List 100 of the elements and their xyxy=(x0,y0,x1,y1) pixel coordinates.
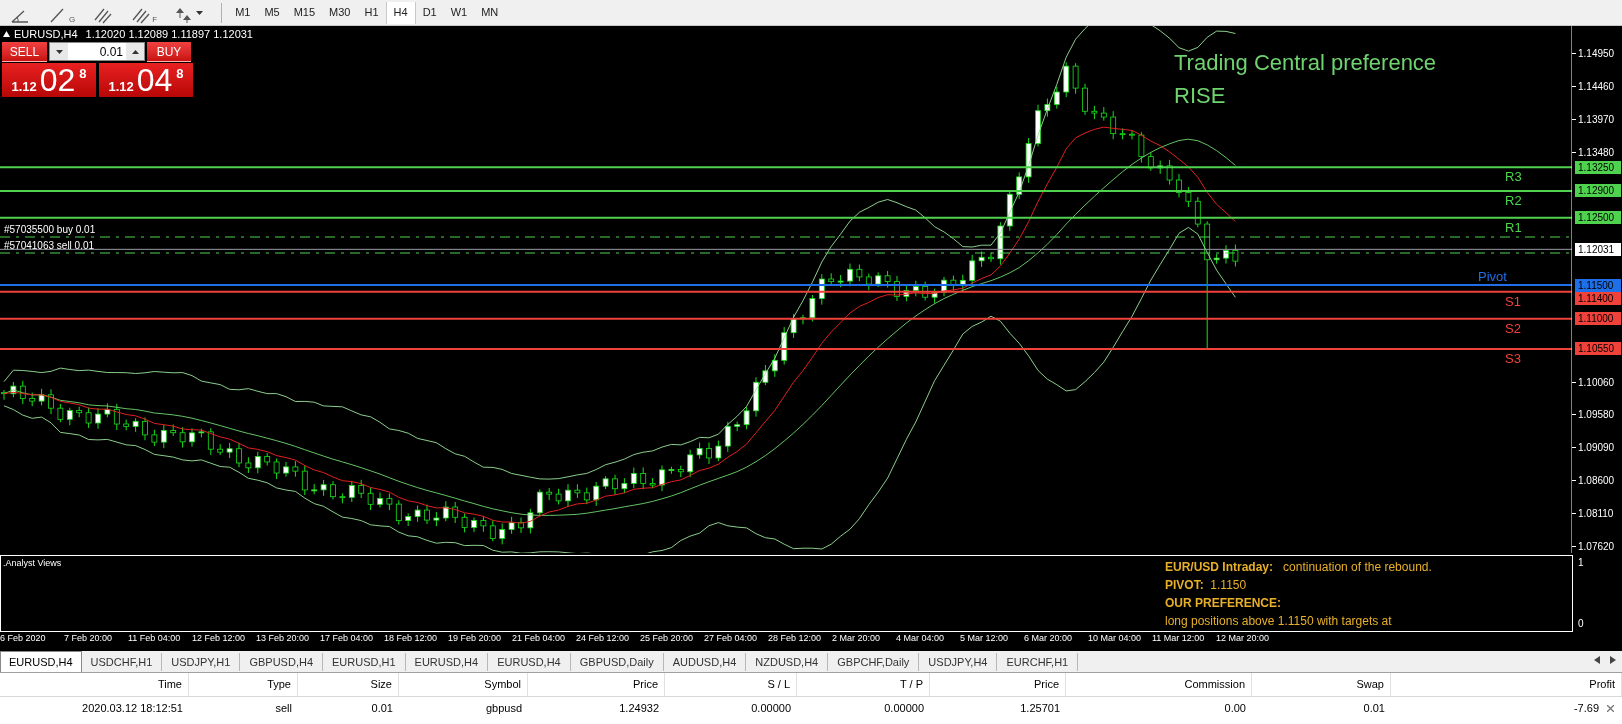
timeframe-button[interactable]: M15 xyxy=(286,1,323,24)
table-cell-text: 0.00000 xyxy=(883,701,925,716)
table-cell-text: 0.00000 xyxy=(750,701,792,716)
column-header[interactable]: S / L xyxy=(665,673,797,696)
price-axis-label: 1.07620 xyxy=(1578,541,1615,552)
timeframe-button[interactable]: MN xyxy=(474,1,506,24)
price-axis-label: 1.08600 xyxy=(1578,475,1615,487)
analyst-text: EUR/USD Intraday: continuation of the rebound. xyxy=(1165,559,1432,575)
column-header[interactable]: Symbol xyxy=(399,673,528,696)
headline-text: Trading Central preference xyxy=(1174,50,1437,76)
time-axis-label: 10 Mar 04:00 xyxy=(1088,633,1143,644)
scroll-right-icon[interactable] xyxy=(1610,656,1616,664)
timeframe-button[interactable]: H4 xyxy=(385,1,416,24)
panel-axis-label: 0 xyxy=(1578,618,1584,629)
tool-subscript: G xyxy=(69,15,76,24)
timeframe-button[interactable]: W1 xyxy=(443,1,475,24)
level-label: S1 xyxy=(1505,294,1521,309)
time-axis-label: 6 Mar 20:00 xyxy=(1024,633,1074,644)
timeframe-button[interactable]: M30 xyxy=(322,1,358,24)
timeframe-button[interactable]: D1 xyxy=(415,1,444,24)
level-label: Pivot xyxy=(1478,270,1507,285)
chart-tab[interactable]: USDCHF,H1 xyxy=(81,653,163,671)
timeframe-button[interactable]: M5 xyxy=(257,1,287,24)
table-cell-text: -7.69 xyxy=(1573,701,1599,716)
table-cell-text: 1.24932 xyxy=(618,701,660,716)
time-axis-label: 4 Mar 04:00 xyxy=(896,633,946,644)
time-axis-label: 5 Mar 12:00 xyxy=(960,633,1010,644)
table-cell-text: 0.01 xyxy=(1362,701,1386,716)
tool-button[interactable]: G xyxy=(42,1,82,24)
chart-tab[interactable]: GBPUSD,H4 xyxy=(240,653,323,671)
time-axis-label: 21 Feb 04:00 xyxy=(512,633,567,644)
price-axis-label: 1.13970 xyxy=(1578,113,1615,125)
table-cell-text: gbpusd xyxy=(484,701,523,716)
price-axis-label: 1.13480 xyxy=(1578,146,1615,158)
time-axis-label: 11 Feb 04:00 xyxy=(128,633,182,644)
ohlc-values: 1.12020 1.12089 1.11897 1.12031 xyxy=(85,28,253,40)
sell-button[interactable]: SELL xyxy=(2,42,47,62)
price-label: 1.13250 xyxy=(1575,160,1621,174)
column-header[interactable]: Type xyxy=(189,673,298,696)
price-axis-label: 1.10060 xyxy=(1578,376,1615,388)
time-axis-label: 19 Feb 20:00 xyxy=(448,633,503,644)
column-header[interactable]: Price xyxy=(930,673,1066,696)
chart-tab[interactable]: EURUSD,H4 xyxy=(405,653,489,671)
tool-button[interactable]: F xyxy=(125,1,164,24)
table-cell-text: sell xyxy=(274,701,293,716)
time-axis-label: 11 Mar 12:00 xyxy=(1152,633,1206,644)
time-axis-label: 24 Feb 12:00 xyxy=(576,633,631,644)
chart-tab[interactable]: EURUSD,H1 xyxy=(323,653,406,671)
timeframe-button[interactable]: H1 xyxy=(357,1,386,24)
price-axis-label: 1.09090 xyxy=(1578,442,1615,454)
chart-tab[interactable]: NZDUSD,H4 xyxy=(746,653,829,671)
order-label: #57041063 sell 0.01 xyxy=(4,240,95,251)
price-axis-label: 1.14460 xyxy=(1578,80,1615,92)
analyst-text: OUR PREFERENCE: xyxy=(1165,595,1281,611)
price-axis-label: 1.08110 xyxy=(1578,508,1614,520)
column-header[interactable]: Time xyxy=(0,673,189,696)
chart-tab[interactable]: AUDUSD,H4 xyxy=(663,653,747,671)
time-axis-label: 6 Feb 2020 xyxy=(0,633,47,644)
analyst-text: PIVOT: 1.1150 xyxy=(1165,577,1247,593)
table-cell-text: 2020.03.12 18:12:51 xyxy=(81,701,184,716)
chart-tab[interactable]: USDJPY,H1 xyxy=(162,653,241,671)
chart-tab[interactable]: GBPUSD,Daily xyxy=(570,653,664,671)
timeframe-button[interactable]: M1 xyxy=(228,1,258,24)
column-header[interactable]: Price xyxy=(528,673,665,696)
tool-subscript: F xyxy=(152,15,158,24)
chart-tab[interactable]: EURUSD,H4 xyxy=(488,653,571,671)
scroll-left-icon[interactable] xyxy=(1594,656,1600,664)
price-label: 1.12500 xyxy=(1575,211,1621,225)
column-header[interactable]: Profit xyxy=(1391,673,1622,696)
column-header[interactable]: Swap xyxy=(1252,673,1391,696)
panel-title: .Analyst Views xyxy=(3,558,62,568)
level-label: S2 xyxy=(1505,321,1521,336)
table-cell-text: 1.25701 xyxy=(1019,701,1061,716)
symbol-title: EURUSD,H4 xyxy=(14,28,78,40)
chart-tab[interactable]: USDJPY,H4 xyxy=(919,653,998,671)
column-header[interactable]: T / P xyxy=(797,673,930,696)
level-label: R1 xyxy=(1505,220,1522,235)
time-axis-label: 12 Mar 20:00 xyxy=(1216,633,1271,644)
price-label: 1.12031 xyxy=(1575,242,1621,256)
close-icon[interactable] xyxy=(1607,704,1614,712)
price-label: 1.11500 xyxy=(1575,278,1621,292)
time-axis-label: 2 Mar 20:00 xyxy=(832,633,882,644)
headline-text: RISE xyxy=(1174,83,1226,109)
chart-tab[interactable]: EURUSD,H4 xyxy=(0,651,82,672)
level-label: S3 xyxy=(1505,351,1521,366)
collapse-icon xyxy=(3,31,10,37)
level-label: R2 xyxy=(1505,193,1522,208)
price-label: 1.11000 xyxy=(1575,312,1621,326)
buy-button[interactable]: BUY xyxy=(147,42,191,62)
chart-tab[interactable]: GBPCHF,Daily xyxy=(828,653,920,671)
time-axis-label: 25 Feb 20:00 xyxy=(640,633,695,644)
table-cell-text: 0.00 xyxy=(1223,701,1247,716)
column-header[interactable]: Commission xyxy=(1066,673,1252,696)
time-axis-label: 12 Feb 12:00 xyxy=(192,633,247,644)
chart-tab[interactable]: EURCHF,H1 xyxy=(997,653,1079,671)
column-header[interactable]: Size xyxy=(298,673,399,696)
price-axis-label: 1.14950 xyxy=(1578,48,1615,59)
table-cell-text: 0.01 xyxy=(370,701,394,716)
time-axis-label: 7 Feb 20:00 xyxy=(64,633,114,644)
time-axis-label: 17 Feb 04:00 xyxy=(320,633,375,644)
